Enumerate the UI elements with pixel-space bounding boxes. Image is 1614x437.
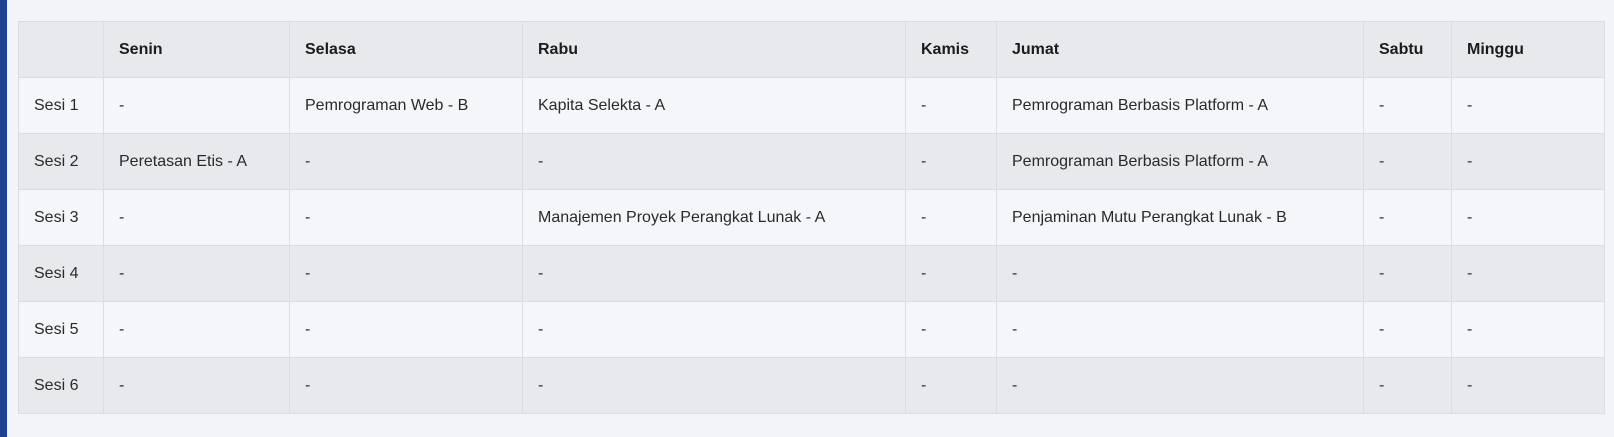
- table-row: Sesi 1 - Pemrograman Web - B Kapita Sele…: [18, 77, 1605, 134]
- schedule-cell: -: [905, 301, 997, 358]
- schedule-cell: Pemrograman Berbasis Platform - A: [996, 133, 1364, 190]
- schedule-table: Senin Selasa Rabu Kamis Jumat Sabtu Ming…: [18, 21, 1605, 414]
- schedule-cell: Pemrograman Web - B: [289, 77, 523, 134]
- schedule-cell: -: [289, 133, 523, 190]
- session-label: Sesi 3: [18, 189, 104, 246]
- schedule-cell: -: [289, 189, 523, 246]
- schedule-cell: Manajemen Proyek Perangkat Lunak - A: [522, 189, 906, 246]
- schedule-cell: -: [522, 133, 906, 190]
- session-label: Sesi 1: [18, 77, 104, 134]
- schedule-cell: -: [103, 245, 290, 302]
- table-row: Sesi 2 Peretasan Etis - A - - - Pemrogra…: [18, 133, 1605, 190]
- day-header-sabtu: Sabtu: [1363, 21, 1452, 78]
- schedule-cell: -: [103, 77, 290, 134]
- schedule-cell: -: [996, 301, 1364, 358]
- schedule-cell: -: [1363, 357, 1452, 414]
- schedule-cell: -: [1363, 133, 1452, 190]
- schedule-cell: -: [905, 77, 997, 134]
- day-header-rabu: Rabu: [522, 21, 906, 78]
- schedule-table-container: Senin Selasa Rabu Kamis Jumat Sabtu Ming…: [18, 21, 1605, 414]
- header-row: Senin Selasa Rabu Kamis Jumat Sabtu Ming…: [18, 21, 1605, 78]
- day-header-senin: Senin: [103, 21, 290, 78]
- corner-header: [18, 21, 104, 78]
- schedule-cell: -: [289, 245, 523, 302]
- schedule-cell: Pemrograman Berbasis Platform - A: [996, 77, 1364, 134]
- schedule-cell: -: [996, 357, 1364, 414]
- session-label: Sesi 4: [18, 245, 104, 302]
- schedule-cell: -: [905, 189, 997, 246]
- schedule-cell: -: [1363, 301, 1452, 358]
- schedule-cell: -: [1451, 357, 1605, 414]
- schedule-cell: -: [1363, 189, 1452, 246]
- schedule-cell: -: [522, 357, 906, 414]
- schedule-cell: Kapita Selekta - A: [522, 77, 906, 134]
- schedule-cell: -: [1363, 245, 1452, 302]
- schedule-cell: -: [1451, 245, 1605, 302]
- schedule-cell: -: [103, 301, 290, 358]
- schedule-cell: -: [1451, 77, 1605, 134]
- session-label: Sesi 2: [18, 133, 104, 190]
- table-row: Sesi 3 - - Manajemen Proyek Perangkat Lu…: [18, 189, 1605, 246]
- schedule-cell: -: [905, 357, 997, 414]
- schedule-cell: -: [289, 301, 523, 358]
- schedule-cell: -: [289, 357, 523, 414]
- day-header-selasa: Selasa: [289, 21, 523, 78]
- schedule-cell: -: [1451, 301, 1605, 358]
- day-header-minggu: Minggu: [1451, 21, 1605, 78]
- schedule-cell: -: [1451, 133, 1605, 190]
- table-row: Sesi 4 - - - - - - -: [18, 245, 1605, 302]
- schedule-cell: -: [522, 301, 906, 358]
- schedule-cell: -: [103, 357, 290, 414]
- schedule-cell: -: [522, 245, 906, 302]
- schedule-cell: -: [905, 133, 997, 190]
- schedule-cell: Penjaminan Mutu Perangkat Lunak - B: [996, 189, 1364, 246]
- schedule-cell: -: [1363, 77, 1452, 134]
- session-label: Sesi 6: [18, 357, 104, 414]
- sidebar-edge: [0, 0, 7, 437]
- session-label: Sesi 5: [18, 301, 104, 358]
- schedule-cell: -: [1451, 189, 1605, 246]
- day-header-kamis: Kamis: [905, 21, 997, 78]
- schedule-cell: -: [103, 189, 290, 246]
- table-row: Sesi 5 - - - - - - -: [18, 301, 1605, 358]
- table-row: Sesi 6 - - - - - - -: [18, 357, 1605, 414]
- schedule-cell: -: [905, 245, 997, 302]
- schedule-cell: -: [996, 245, 1364, 302]
- schedule-cell: Peretasan Etis - A: [103, 133, 290, 190]
- day-header-jumat: Jumat: [996, 21, 1364, 78]
